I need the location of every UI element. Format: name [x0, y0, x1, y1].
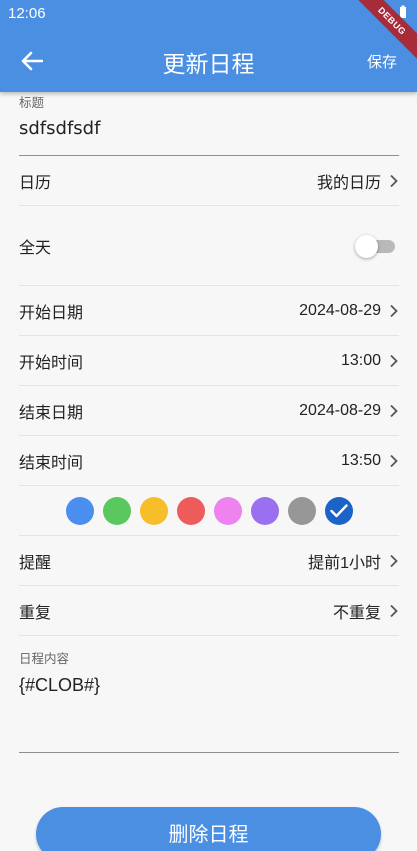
chevron-right-icon — [390, 404, 398, 417]
start-date-label: 开始日期 — [19, 302, 84, 322]
start-time-label: 开始时间 — [19, 352, 84, 372]
color-option[interactable] — [102, 496, 131, 525]
delete-schedule-button[interactable]: 删除日程 — [36, 807, 381, 851]
save-button[interactable]: 保存 — [367, 51, 397, 72]
color-option[interactable] — [139, 496, 168, 525]
schedule-form: 标题 sdfsdfsdf 日历 我的日历 全天 开始日期 2024-08-29 — [19, 92, 399, 753]
all-day-switch[interactable] — [355, 233, 399, 259]
color-option-selected[interactable] — [324, 496, 353, 525]
all-day-row: 全天 — [19, 206, 399, 286]
title-field-value: sdfsdfsdf — [19, 118, 101, 139]
repeat-value: 不重复 — [332, 604, 381, 622]
reminder-value: 提前1小时 — [308, 554, 381, 572]
color-option[interactable] — [213, 496, 242, 525]
reminder-label: 提醒 — [19, 552, 52, 572]
start-date-row[interactable]: 开始日期 2024-08-29 — [19, 286, 399, 336]
page-title: 更新日程 — [162, 52, 255, 78]
screen: 12:06 DEBUG 更新日程 保存 标题 sdfsdfsdf 日历 我的日历 — [0, 0, 417, 851]
chevron-right-icon — [390, 454, 398, 467]
content-field-value: {#CLOB#} — [19, 675, 101, 695]
end-date-row[interactable]: 结束日期 2024-08-29 — [19, 386, 399, 436]
chevron-right-icon — [390, 604, 398, 617]
color-option[interactable] — [65, 496, 94, 525]
color-option[interactable] — [250, 496, 279, 525]
switch-thumb — [355, 234, 378, 258]
status-time: 12:06 — [8, 5, 46, 22]
start-date-value: 2024-08-29 — [299, 301, 381, 319]
title-field[interactable]: 标题 sdfsdfsdf — [19, 92, 399, 156]
repeat-row[interactable]: 重复 不重复 — [19, 586, 399, 636]
chevron-right-icon — [390, 354, 398, 367]
calendar-value: 我的日历 — [316, 174, 381, 192]
check-icon — [329, 503, 348, 517]
chevron-right-icon — [390, 174, 398, 187]
content-field-label: 日程内容 — [19, 651, 70, 666]
end-time-row[interactable]: 结束时间 13:50 — [19, 436, 399, 486]
end-date-label: 结束日期 — [19, 402, 84, 422]
end-time-value: 13:50 — [340, 451, 381, 469]
all-day-label: 全天 — [19, 237, 52, 257]
color-option[interactable] — [287, 496, 316, 525]
color-option[interactable] — [176, 496, 205, 525]
app-bar: 12:06 DEBUG 更新日程 保存 — [0, 0, 417, 92]
color-picker — [19, 486, 399, 536]
reminder-row[interactable]: 提醒 提前1小时 — [19, 536, 399, 586]
title-field-label: 标题 — [19, 95, 45, 110]
content-field[interactable]: 日程内容 {#CLOB#} — [19, 636, 399, 753]
chevron-right-icon — [390, 304, 398, 317]
chevron-right-icon — [390, 554, 398, 567]
calendar-label: 日历 — [19, 172, 52, 192]
start-time-row[interactable]: 开始时间 13:00 — [19, 336, 399, 386]
start-time-value: 13:00 — [340, 351, 381, 369]
end-date-value: 2024-08-29 — [299, 401, 381, 419]
calendar-row[interactable]: 日历 我的日历 — [19, 156, 399, 206]
end-time-label: 结束时间 — [19, 452, 84, 472]
repeat-label: 重复 — [19, 602, 52, 622]
